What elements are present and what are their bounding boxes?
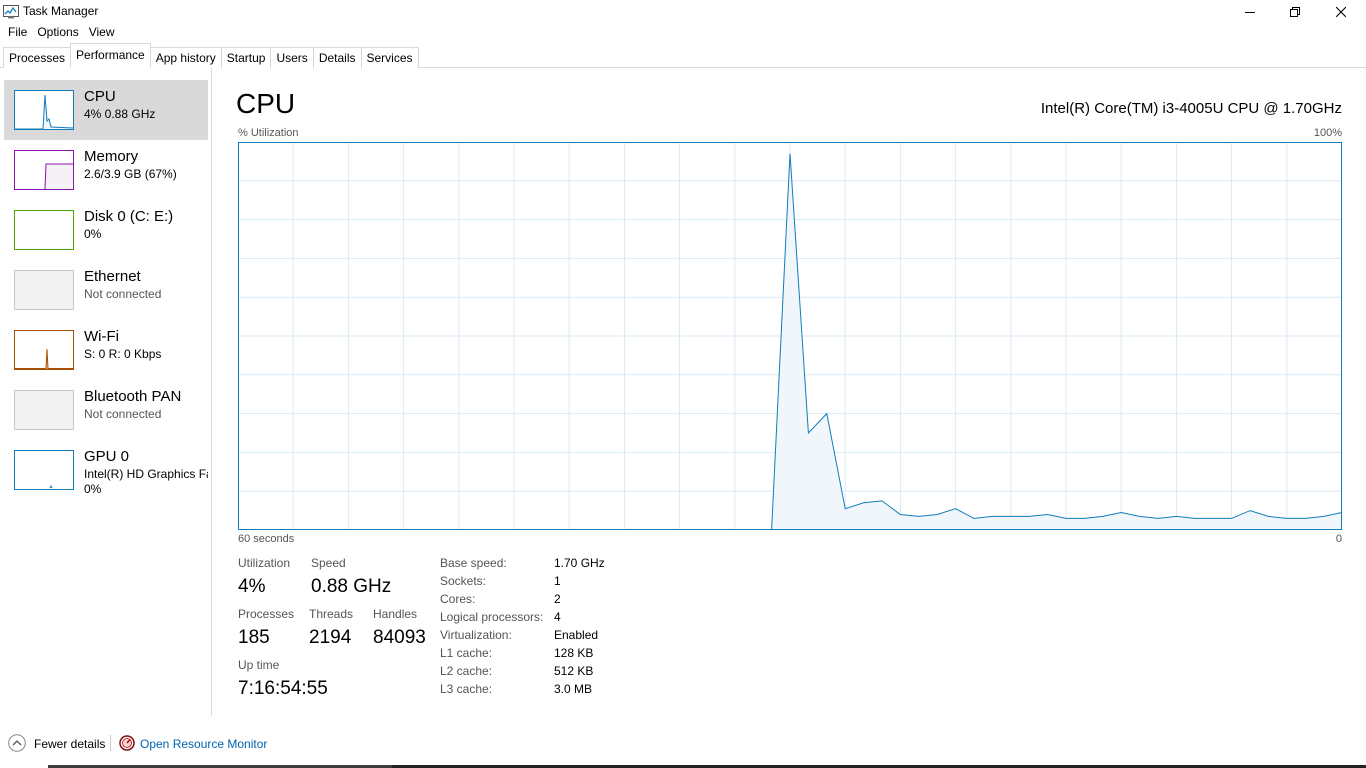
restore-button[interactable] <box>1272 0 1318 23</box>
speed-value: 0.88 GHz <box>311 576 392 597</box>
sidebar-item-bluetooth[interactable]: Bluetooth PAN Not connected <box>4 380 208 440</box>
sidebar-item-status: 2.6/3.9 GB (67%) <box>84 167 177 181</box>
tab-app-history[interactable]: App history <box>149 47 222 68</box>
task-manager-icon <box>3 5 19 19</box>
spec-value: 128 KB <box>554 646 594 660</box>
sidebar-item-wifi[interactable]: Wi-Fi S: 0 R: 0 Kbps <box>4 320 208 380</box>
sidebar-item-name: CPU <box>84 88 116 105</box>
tab-processes[interactable]: Processes <box>3 47 72 68</box>
minimize-button[interactable] <box>1227 0 1273 23</box>
menu-options[interactable]: Options <box>32 23 83 43</box>
sidebar-item-status: 0% <box>84 227 102 241</box>
sidebar-item-status: Intel(R) HD Graphics Family <box>84 467 208 481</box>
sidebar-item-name: Memory <box>84 148 139 165</box>
uptime-label: Up time <box>238 658 280 672</box>
spec-label: L3 cache: <box>440 682 493 696</box>
sidebar-item-name: Disk 0 (C: E:) <box>84 208 174 225</box>
close-icon <box>1336 6 1346 17</box>
sidebar-item-status: Not connected <box>84 287 162 301</box>
spec-label: L2 cache: <box>440 664 493 678</box>
threads-value: 2194 <box>309 627 352 648</box>
tab-performance[interactable]: Performance <box>70 43 151 68</box>
spec-label: Virtualization: <box>440 628 512 642</box>
sidebar-item-ethernet[interactable]: Ethernet Not connected <box>4 260 208 320</box>
spec-value: Enabled <box>554 628 599 642</box>
wifi-thumbnail <box>14 330 74 370</box>
graph-time-label: 60 seconds <box>238 533 295 545</box>
spec-label: Base speed: <box>440 556 507 570</box>
sidebar-item-name: Ethernet <box>84 268 141 285</box>
page-title: CPU <box>236 88 296 119</box>
gpu-thumbnail <box>14 450 74 490</box>
threads-label: Threads <box>309 607 354 621</box>
chevron-up-icon[interactable] <box>8 734 26 752</box>
sidebar-item-name: Wi-Fi <box>84 328 119 345</box>
resource-monitor-icon <box>119 735 135 751</box>
spec-label: Cores: <box>440 592 476 606</box>
processes-value: 185 <box>238 627 270 648</box>
utilization-value: 4% <box>238 576 266 597</box>
sidebar-item-status: 4% 0.88 GHz <box>84 107 156 121</box>
uptime-value: 7:16:54:55 <box>238 678 328 699</box>
window-title: Task Manager <box>23 4 99 18</box>
tab-details[interactable]: Details <box>312 47 362 68</box>
ethernet-thumbnail <box>14 270 74 310</box>
sidebar-item-name: Bluetooth PAN <box>84 388 182 405</box>
sidebar-item-status: Not connected <box>84 407 162 421</box>
spec-value: 3.0 MB <box>554 682 593 696</box>
sidebar-item-status: S: 0 R: 0 Kbps <box>84 347 162 361</box>
sidebar-item-status-2: 0% <box>84 482 102 496</box>
spec-value: 1 <box>554 574 561 588</box>
spec-label: L1 cache: <box>440 646 493 660</box>
processes-label: Processes <box>238 607 295 621</box>
sidebar-item-disk[interactable]: Disk 0 (C: E:) 0% <box>4 200 208 260</box>
footer-divider <box>110 735 111 751</box>
disk-thumbnail <box>14 210 74 250</box>
sidebar-item-gpu[interactable]: GPU 0 Intel(R) HD Graphics Family 0% <box>4 440 208 500</box>
spec-value: 2 <box>554 592 561 606</box>
cpu-model-name: Intel(R) Core(TM) i3-4005U CPU @ 1.70GHz <box>1040 100 1342 117</box>
graph-min-label: 0 <box>1335 533 1342 545</box>
tab-services[interactable]: Services <box>360 47 419 68</box>
cpu-thumbnail <box>14 90 74 130</box>
tab-users[interactable]: Users <box>270 47 314 68</box>
tab-bar: Processes Performance App history Startu… <box>0 43 1366 68</box>
graph-y-label: % Utilization <box>238 127 299 139</box>
restore-icon <box>1290 6 1300 17</box>
spec-value: 1.70 GHz <box>554 556 605 570</box>
sidebar-item-memory[interactable]: Memory 2.6/3.9 GB (67%) <box>4 140 208 200</box>
spec-value: 4 <box>554 610 561 624</box>
menu-bar: File Options View <box>0 23 1366 43</box>
spec-label: Sockets: <box>440 574 487 588</box>
menu-view[interactable]: View <box>84 23 120 43</box>
handles-label: Handles <box>373 607 418 621</box>
title-bar: Task Manager <box>0 0 1366 23</box>
tab-startup[interactable]: Startup <box>220 47 272 68</box>
open-resource-monitor-link[interactable]: Open Resource Monitor <box>140 737 267 751</box>
fewer-details-button[interactable]: Fewer details <box>34 737 105 751</box>
menu-file[interactable]: File <box>3 23 32 43</box>
footer: Fewer details Open Resource Monitor <box>0 728 1366 768</box>
handles-value: 84093 <box>373 627 426 648</box>
spec-label: Logical processors: <box>440 610 544 624</box>
graph-max-label: 100% <box>1313 127 1342 139</box>
speed-label: Speed <box>311 556 346 570</box>
close-button[interactable] <box>1318 0 1364 23</box>
bluetooth-thumbnail <box>14 390 74 430</box>
taskbar-edge <box>48 765 1366 768</box>
sidebar-item-name: GPU 0 <box>84 448 130 465</box>
sidebar-item-cpu[interactable]: CPU 4% 0.88 GHz <box>4 80 208 140</box>
utilization-label: Utilization <box>238 556 291 570</box>
memory-thumbnail <box>14 150 74 190</box>
minimize-icon <box>1245 11 1255 13</box>
resource-sidebar: CPU 4% 0.88 GHz Memory 2.6/3.9 GB (67%) … <box>0 68 212 716</box>
cpu-utilization-graph <box>238 142 1342 530</box>
spec-value: 512 KB <box>554 664 594 678</box>
